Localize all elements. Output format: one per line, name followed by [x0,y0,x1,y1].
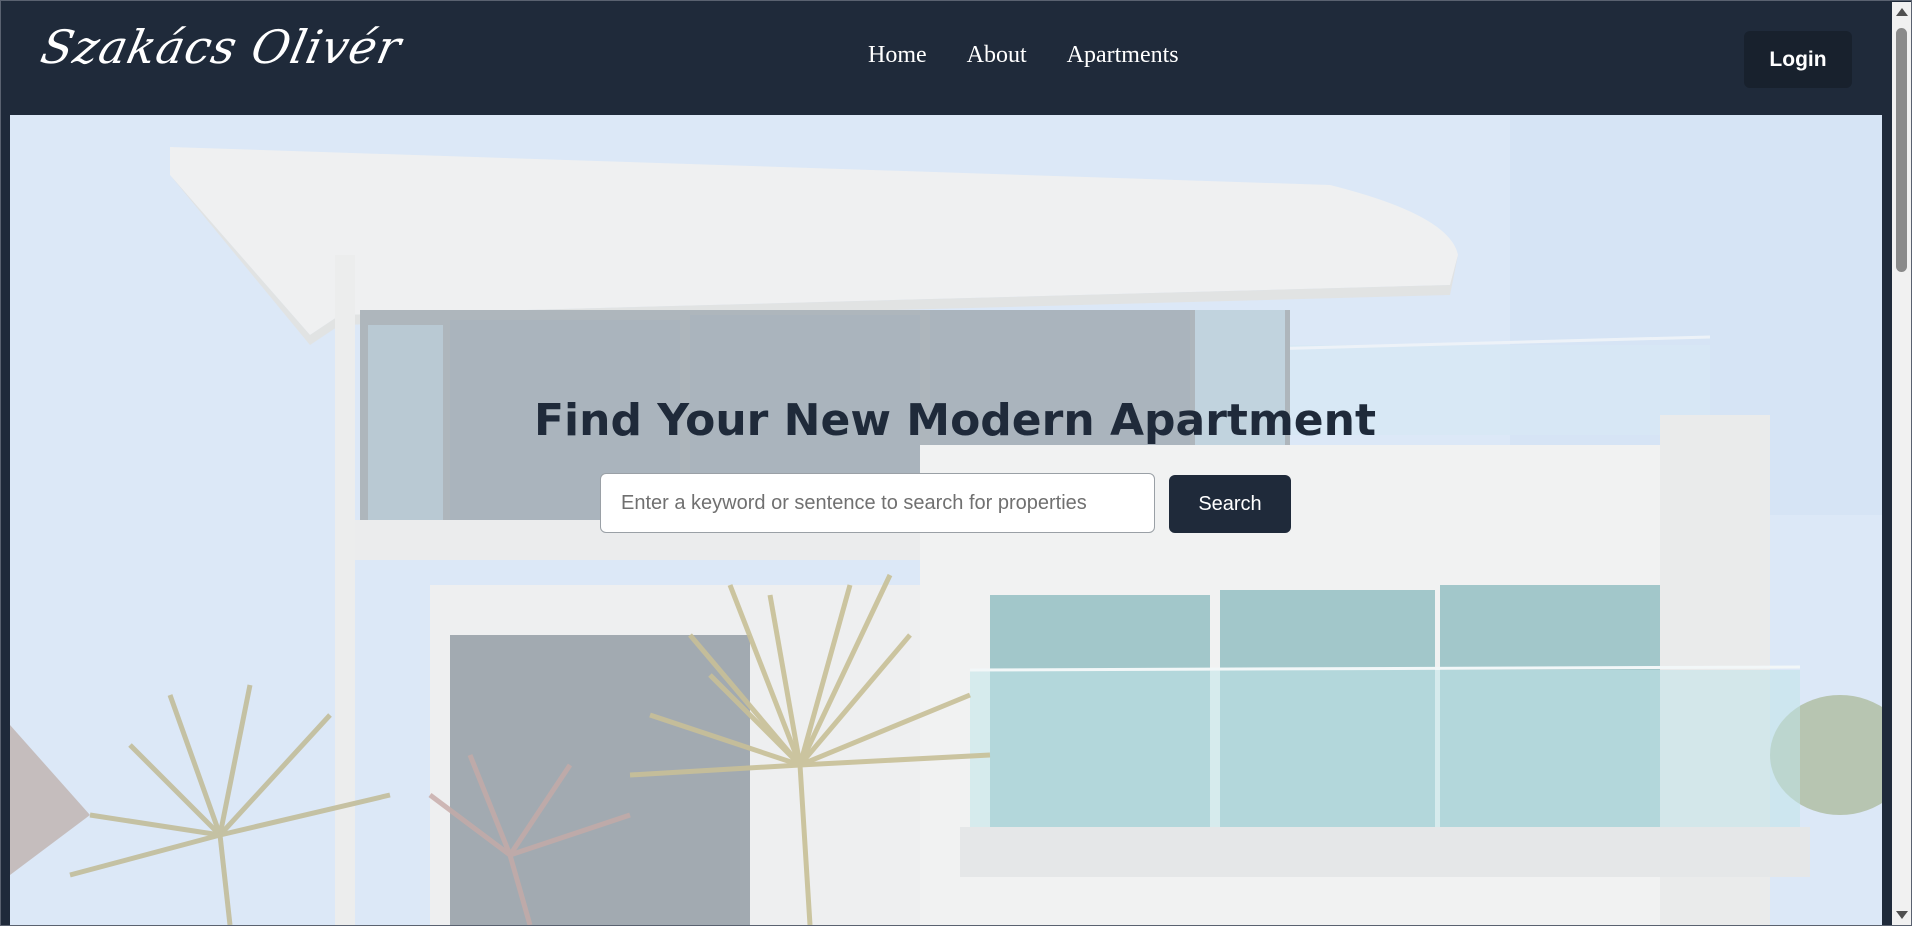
login-button[interactable]: Login [1744,31,1852,88]
nav-link-home[interactable]: Home [868,42,927,69]
nav-link-about[interactable]: About [967,42,1027,69]
nav-link-apartments[interactable]: Apartments [1067,42,1179,69]
scrollbar-thumb[interactable] [1896,28,1907,272]
search-input[interactable] [600,473,1155,533]
site-logo[interactable]: Szakács Olivér [36,20,406,74]
browser-viewport: Szakács Olivér Home About Apartments Log… [0,0,1912,926]
navbar: Szakács Olivér Home About Apartments Log… [2,2,1892,115]
main-nav: Home About Apartments [868,42,1179,69]
scroll-down-icon[interactable] [1896,911,1908,919]
vertical-scrollbar[interactable] [1892,2,1911,925]
hero-title: Find Your New Modern Apartment [533,395,1376,446]
hero-section: Find Your New Modern Apartment Search [10,115,1882,925]
scroll-up-icon[interactable] [1896,8,1908,16]
search-button[interactable]: Search [1169,475,1291,533]
